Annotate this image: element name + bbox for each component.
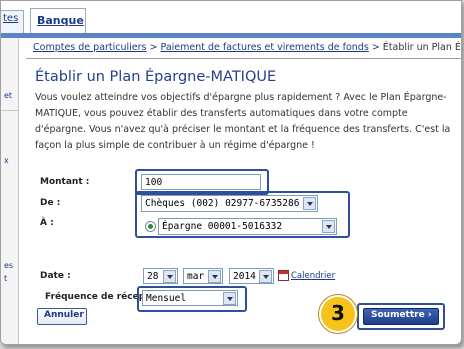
breadcrumb-current: Établir un Plan Épargne-MATIQUE <box>382 42 461 53</box>
de-select-value: Chèques (002) 02977-6735286 <box>145 198 300 209</box>
nav-divider <box>1 110 18 111</box>
soumettre-button[interactable]: Soumettre › <box>363 308 439 325</box>
chevron-down-icon <box>223 292 236 305</box>
tab-banque[interactable]: Banque <box>30 8 86 35</box>
chevron-down-icon <box>303 197 316 210</box>
tab-previous[interactable]: tes <box>1 10 24 34</box>
frequence-value: Mensuel <box>146 293 187 304</box>
date-day-select[interactable]: 28 <box>143 268 178 284</box>
montant-label: Montant : <box>40 177 90 187</box>
frequence-select[interactable]: Mensuel <box>142 290 238 306</box>
date-day-value: 28 <box>147 271 159 282</box>
chevron-down-icon <box>163 270 176 283</box>
account-radio[interactable] <box>145 221 156 232</box>
nav-item-1[interactable]: et <box>4 91 12 100</box>
date-month-value: mar <box>187 271 205 282</box>
breadcrumb-link-paiement[interactable]: Paiement de factures et virements de fon… <box>161 42 369 53</box>
tab-previous-label: tes <box>3 13 19 24</box>
nav-item-4[interactable]: t <box>4 274 7 283</box>
breadcrumb-separator: > <box>146 42 161 53</box>
breadcrumb: Comptes de particuliers > Paiement de fa… <box>33 42 461 53</box>
tab-banque-label: Banque <box>37 14 84 27</box>
date-year-value: 2014 <box>233 271 256 282</box>
de-select[interactable]: Chèques (002) 02977-6735286 <box>141 195 318 212</box>
tab-bar: tes Banque <box>1 1 461 35</box>
intro-text: Vous voulez atteindre vos objectifs d'ép… <box>35 92 451 151</box>
nav-item-3[interactable]: es <box>4 261 13 270</box>
montant-value: 100 <box>145 177 163 188</box>
date-year-select[interactable]: 2014 <box>229 268 274 284</box>
date-label: Date : <box>40 271 71 281</box>
de-label: De : <box>40 198 61 208</box>
breadcrumb-divider <box>26 58 461 59</box>
step-number: 3 <box>331 301 345 325</box>
calendar-icon[interactable] <box>278 270 289 281</box>
date-month-select[interactable]: mar <box>183 268 223 284</box>
browser-frame: tes Banque et x es t Comptes de particul… <box>0 0 462 345</box>
breadcrumb-separator: > <box>368 42 383 53</box>
tab-underline-bar <box>1 33 461 38</box>
montant-input[interactable]: 100 <box>141 174 261 190</box>
nav-item-2[interactable]: x <box>4 156 9 165</box>
a-select-value: Épargne 00001-5016332 <box>162 221 283 232</box>
a-label: À : <box>40 218 54 228</box>
soumettre-button-label: Soumettre › <box>371 310 432 320</box>
step-badge: 3 <box>319 295 357 333</box>
calendar-link[interactable]: Calendrier <box>291 271 335 281</box>
chevron-down-icon <box>208 270 221 283</box>
chevron-down-icon <box>322 220 335 233</box>
breadcrumb-link-comptes[interactable]: Comptes de particuliers <box>33 42 147 53</box>
page-title: Établir un Plan Épargne-MATIQUE <box>35 69 277 85</box>
a-select[interactable]: Épargne 00001-5016332 <box>158 218 337 235</box>
annuler-button-label: Annuler <box>44 310 84 320</box>
left-navigation: et x es t <box>1 38 19 344</box>
annuler-button[interactable]: Annuler <box>37 308 87 325</box>
chevron-down-icon <box>259 270 272 283</box>
